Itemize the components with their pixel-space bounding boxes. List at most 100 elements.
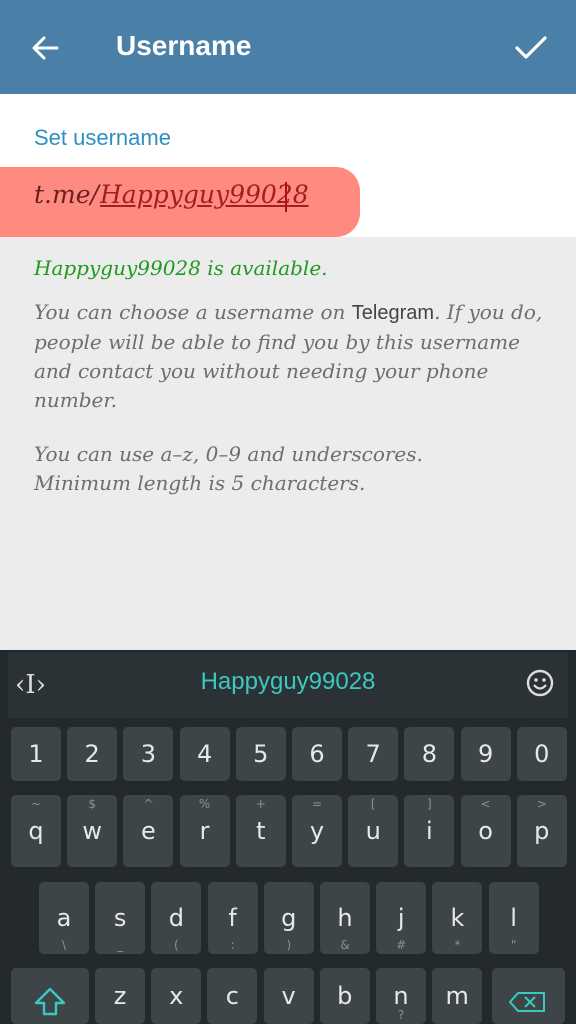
key-i[interactable]: i] [404,795,455,867]
key-o-label: o [478,817,493,845]
key-s-alt: _ [117,938,124,952]
word-suggestion[interactable]: Happyguy99028 [160,668,416,696]
key-l[interactable]: l " [488,882,539,954]
set-username-label: Set username [34,125,171,150]
key-w-alt: $ [88,797,96,811]
key-r[interactable]: r% [179,795,230,867]
key-d-label: d [168,904,184,932]
key-t[interactable]: t + [235,795,286,867]
key-n-label: n [393,982,409,1010]
key-h-label: h [337,904,353,932]
key-o-alt: < [480,797,491,811]
key-f-label: f [228,904,237,932]
key-h[interactable]: h & [320,882,370,954]
key-m-label: m [445,982,469,1010]
key-j-label: j [397,904,405,932]
key-7[interactable]: 7 [348,727,399,781]
key-t-label: t [256,817,266,845]
key-w[interactable]: w $ [67,795,118,867]
key-u-label: u [365,817,381,845]
key-e-alt: ^ [143,797,154,811]
key-g-alt: ) [286,938,292,952]
key-e-label: e [141,817,156,845]
key-s-label: s [113,904,127,932]
key-y-label: y [309,817,325,845]
key-2[interactable]: 2 [67,727,118,781]
key-o[interactable]: o < [460,795,511,867]
key-4-label: 4 [196,740,213,768]
cursor-control-icon[interactable]: ‹I› [15,670,46,700]
key-t-alt: + [255,797,266,811]
key-f[interactable]: f: [207,882,258,954]
key-0-label: 0 [534,740,550,768]
key-l-label: l [510,904,517,932]
key-p[interactable]: p > [516,795,567,867]
key-n-alt: ? [397,1008,405,1022]
key-n[interactable]: n? [376,968,426,1024]
key-1[interactable]: 1 [11,727,61,781]
key-4[interactable]: 4 [179,727,230,781]
key-7-label: 7 [365,740,381,768]
key-z[interactable]: z [95,968,145,1024]
app-bar [0,0,576,94]
key-a[interactable]: a \ [39,882,89,954]
key-j-alt: # [396,938,407,952]
key-x-label: x [169,982,184,1010]
key-5-label: 5 [253,740,269,768]
text-cursor [285,182,287,212]
key-k[interactable]: k * [432,882,483,954]
key-8-label: 8 [421,740,438,768]
key-w-label: w [82,817,102,845]
key-p-label: p [534,817,550,845]
key-q[interactable]: q ~ [11,795,61,867]
key-y[interactable]: y = [292,795,342,867]
key-q-alt: ~ [30,797,42,811]
key-u-alt: [ [370,797,376,811]
key-5[interactable]: 5 [235,727,286,781]
key-b-label: b [337,982,353,1010]
key-0[interactable]: 0 [516,727,567,781]
key-d[interactable]: d( [151,882,202,954]
key-a-label: a [56,904,72,932]
key-f-alt: : [230,938,235,952]
key-2-label: 2 [84,740,100,768]
info-text-1: You can choose a username on Telegram. I… [34,298,554,415]
check-icon[interactable] [514,33,548,63]
key-r-alt: % [198,797,211,811]
key-g[interactable]: g) [263,882,314,954]
arrow-left-icon[interactable] [30,33,60,63]
backspace-icon[interactable] [508,991,546,1013]
key-v-label: v [281,982,296,1010]
key-k-alt: * [454,938,461,952]
info-text-1a: You can choose a username on [34,300,352,324]
key-c-label: c [225,982,239,1010]
key-x[interactable]: x [151,968,202,1024]
key-1-label: 1 [28,740,44,768]
key-c[interactable]: c [207,968,258,1024]
smiley-icon[interactable] [526,669,554,697]
key-l-alt: " [510,938,517,952]
key-6-label: 6 [309,740,325,768]
key-9[interactable]: 9 [460,727,511,781]
key-j[interactable]: j # [376,882,427,954]
key-v[interactable]: v [263,968,314,1024]
key-3[interactable]: 3 [123,727,174,781]
availability-status: Happyguy99028 is available. [34,256,328,280]
key-a-alt: \ [61,938,67,952]
key-b[interactable]: b [319,968,370,1024]
key-z-label: z [113,982,127,1010]
key-k-label: k [450,904,465,932]
username-input[interactable]: Happyguy99028 [100,180,309,209]
key-m[interactable]: m [432,968,483,1024]
key-8[interactable]: 8 [404,727,455,781]
shift-up-arrow-icon[interactable] [33,986,67,1016]
page-title: Username [116,30,252,61]
key-r-label: r [199,817,210,845]
url-prefix: t.me/ [34,180,99,209]
key-g-label: g [281,904,297,932]
key-e[interactable]: e ^ [123,795,174,867]
key-9-label: 9 [477,740,494,768]
key-6[interactable]: 6 [292,727,342,781]
key-s[interactable]: s _ [95,882,146,954]
key-u[interactable]: u[ [348,795,399,867]
